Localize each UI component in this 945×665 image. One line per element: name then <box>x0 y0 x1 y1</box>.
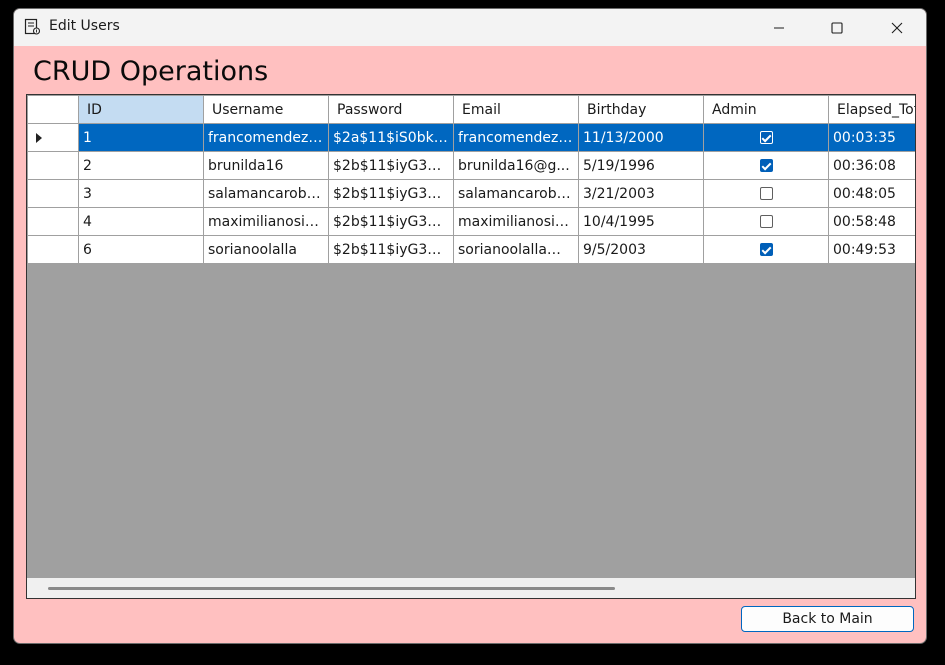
column-header-password[interactable]: Password <box>328 95 454 124</box>
column-header-birthday[interactable]: Birthday <box>578 95 704 124</box>
row-header-corner[interactable] <box>27 95 79 124</box>
cell-id[interactable]: 4 <box>78 207 204 236</box>
cell-admin[interactable] <box>703 179 829 208</box>
edit-users-window: Edit Users CRUD Operations ID Username P… <box>13 8 927 644</box>
window-title: Edit Users <box>49 18 120 34</box>
row-header[interactable] <box>27 123 79 152</box>
cell-birthday[interactable]: 9/5/2003 <box>578 235 704 264</box>
row-header[interactable] <box>27 235 79 264</box>
cell-username[interactable]: maximilianosier... <box>203 207 329 236</box>
column-header-elapsed[interactable]: Elapsed_Tot <box>828 95 915 124</box>
cell-email[interactable]: maximilianosier... <box>453 207 579 236</box>
admin-checkbox[interactable] <box>759 159 773 172</box>
row-header[interactable] <box>27 207 79 236</box>
cell-username[interactable]: salamancarober... <box>203 179 329 208</box>
cell-email[interactable]: francomendezo... <box>453 123 579 152</box>
table-row[interactable]: 4 maximilianosier... $2b$11$iyG370... maxim… <box>27 207 915 236</box>
row-header[interactable] <box>27 179 79 208</box>
cell-elapsed[interactable]: 00:48:05 <box>828 179 915 208</box>
cell-id[interactable]: 3 <box>78 179 204 208</box>
cell-elapsed[interactable]: 00:49:53 <box>828 235 915 264</box>
cell-password[interactable]: $2b$11$iyG370... <box>328 151 454 180</box>
cell-username[interactable]: sorianoolalla <box>203 235 329 264</box>
cell-password[interactable]: $2a$11$iS0bkB... <box>328 123 454 152</box>
cell-id[interactable]: 6 <box>78 235 204 264</box>
users-table: ID Username Password Email Birthday Admi… <box>27 95 915 264</box>
grid-body: 1 francomendezok $2a$11$iS0bkB... francomen… <box>27 123 915 264</box>
scrollbar-thumb[interactable] <box>48 587 615 590</box>
cell-password[interactable]: $2b$11$iyG370... <box>328 235 454 264</box>
close-icon <box>891 22 903 33</box>
column-header-id[interactable]: ID <box>78 95 204 124</box>
header-row: ID Username Password Email Birthday Admi… <box>27 95 915 124</box>
cell-admin[interactable] <box>703 123 829 152</box>
cell-username[interactable]: francomendezok <box>203 123 329 152</box>
cell-birthday[interactable]: 11/13/2000 <box>578 123 704 152</box>
table-row[interactable]: 1 francomendezok $2a$11$iS0bkB... francomen… <box>27 123 915 152</box>
cell-admin[interactable] <box>703 151 829 180</box>
admin-checkbox[interactable] <box>759 243 773 256</box>
cell-birthday[interactable]: 3/21/2003 <box>578 179 704 208</box>
cell-birthday[interactable]: 10/4/1995 <box>578 207 704 236</box>
cell-password[interactable]: $2b$11$iyG370... <box>328 179 454 208</box>
admin-checkbox[interactable] <box>759 131 773 144</box>
row-header[interactable] <box>27 151 79 180</box>
cell-username[interactable]: brunilda16 <box>203 151 329 180</box>
close-button[interactable] <box>874 9 920 46</box>
cell-elapsed[interactable]: 00:58:48 <box>828 207 915 236</box>
admin-checkbox[interactable] <box>759 187 773 200</box>
minimize-button[interactable] <box>756 9 802 46</box>
cell-email[interactable]: sorianoolalla@... <box>453 235 579 264</box>
app-icon <box>24 18 41 35</box>
cell-elapsed[interactable]: 00:36:08 <box>828 151 915 180</box>
users-data-grid[interactable]: ID Username Password Email Birthday Admi… <box>26 94 916 599</box>
cell-admin[interactable] <box>703 235 829 264</box>
admin-checkbox[interactable] <box>759 215 773 228</box>
cell-birthday[interactable]: 5/19/1996 <box>578 151 704 180</box>
cell-id[interactable]: 2 <box>78 151 204 180</box>
column-header-admin[interactable]: Admin <box>703 95 829 124</box>
cell-id[interactable]: 1 <box>78 123 204 152</box>
cell-email[interactable]: salamancarober... <box>453 179 579 208</box>
current-row-arrow-icon <box>36 133 42 143</box>
cell-elapsed[interactable]: 00:03:35 <box>828 123 915 152</box>
column-header-email[interactable]: Email <box>453 95 579 124</box>
back-to-main-button[interactable]: Back to Main <box>741 606 914 632</box>
cell-email[interactable]: brunilda16@g... <box>453 151 579 180</box>
cell-password[interactable]: $2b$11$iyG370... <box>328 207 454 236</box>
table-row[interactable]: 3 salamancarober... $2b$11$iyG370... salama… <box>27 179 915 208</box>
column-header-username[interactable]: Username <box>203 95 329 124</box>
maximize-button[interactable] <box>814 9 860 46</box>
table-row[interactable]: 6 sorianoolalla $2b$11$iyG370... sorianoola… <box>27 235 915 264</box>
maximize-icon <box>831 21 843 34</box>
title-bar[interactable]: Edit Users <box>14 9 926 46</box>
minimize-icon <box>774 26 784 29</box>
cell-admin[interactable] <box>703 207 829 236</box>
table-row[interactable]: 2 brunilda16 $2b$11$iyG370... brunilda16@g.… <box>27 151 915 180</box>
horizontal-scrollbar[interactable] <box>27 578 915 598</box>
page-title: CRUD Operations <box>33 56 269 87</box>
